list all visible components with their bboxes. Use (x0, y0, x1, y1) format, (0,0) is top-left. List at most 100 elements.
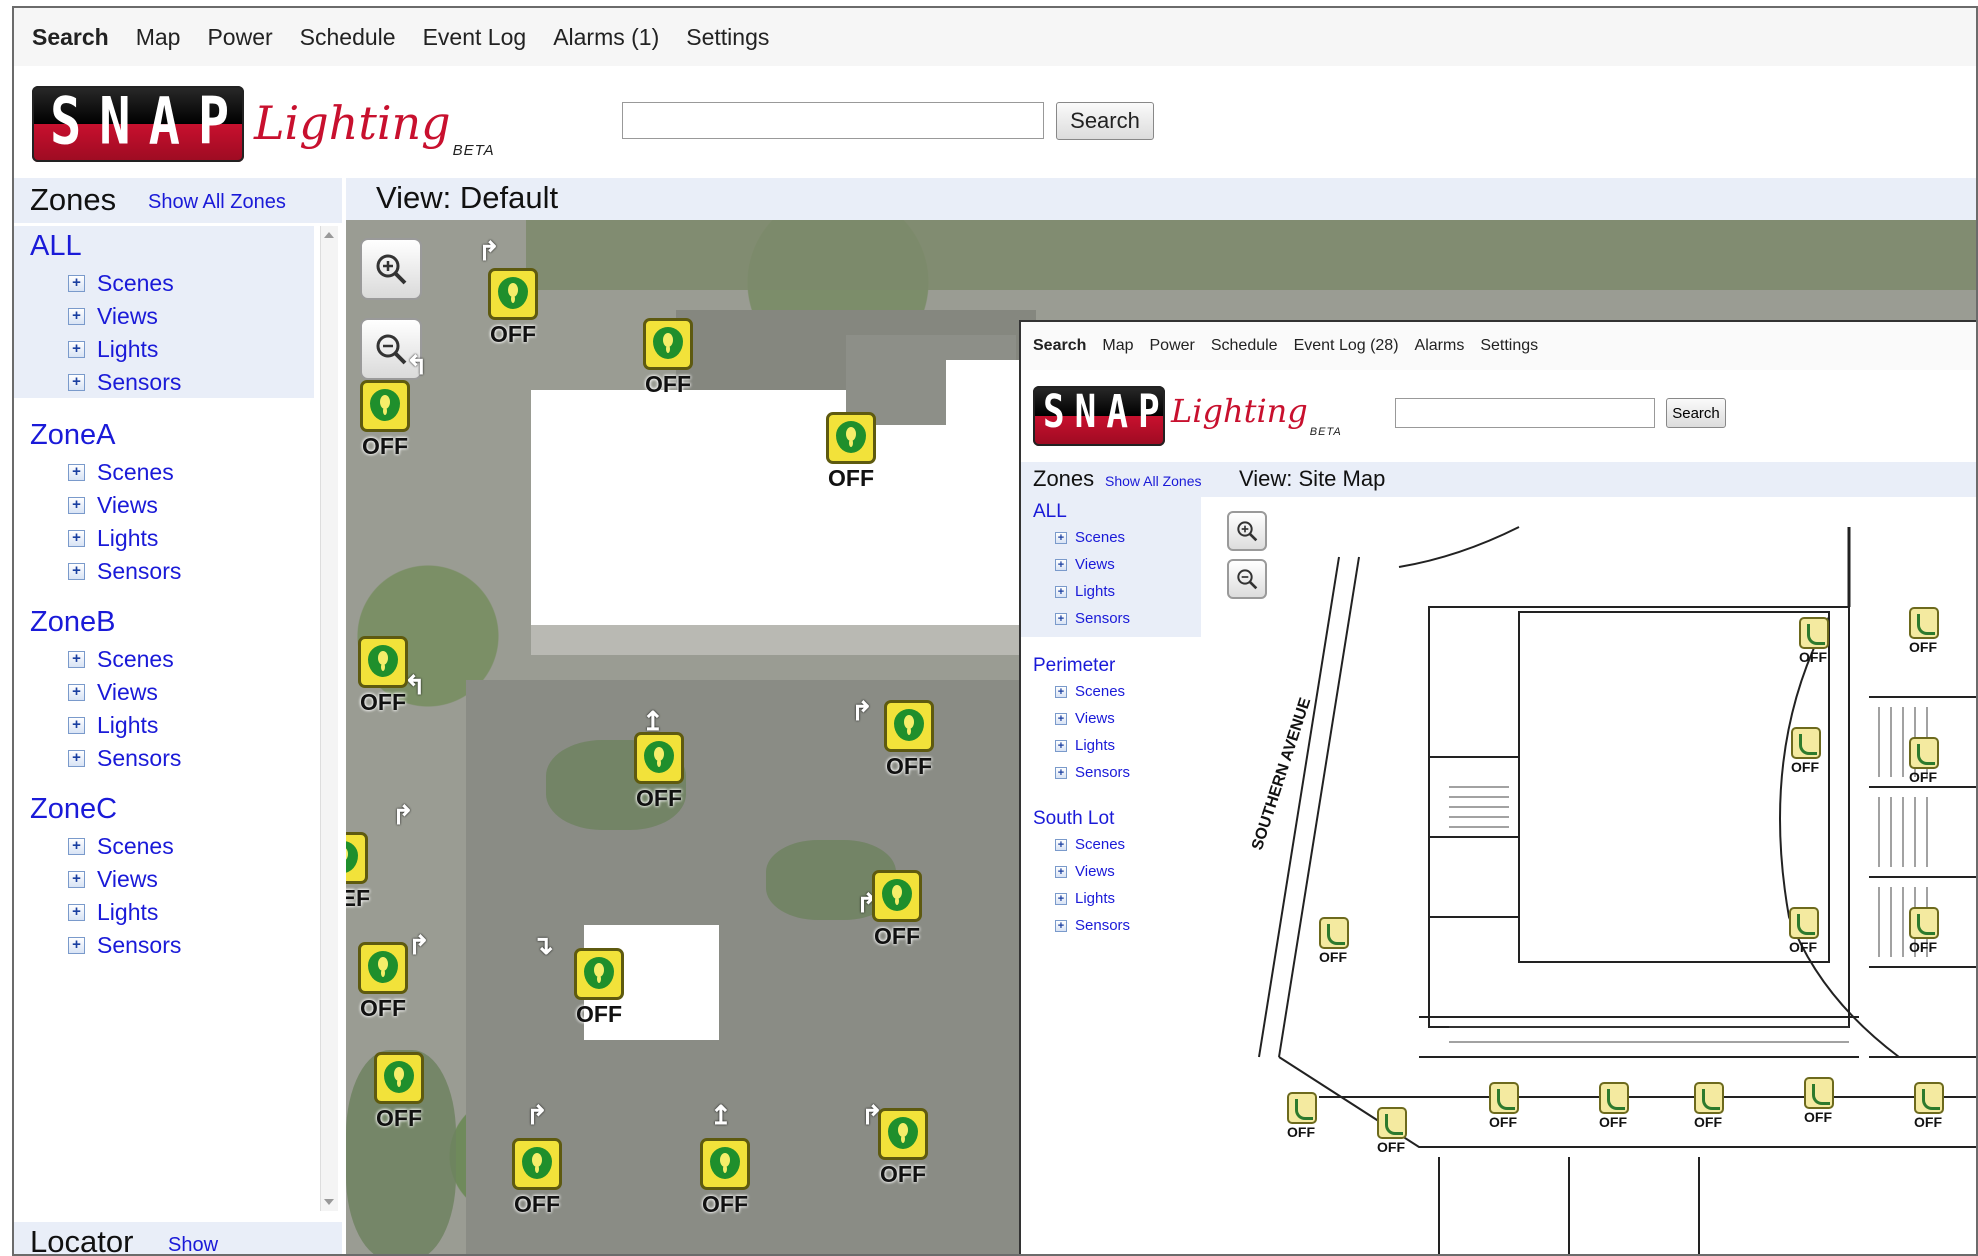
light-marker[interactable]: OFF (356, 942, 410, 1022)
expand-plus-icon[interactable]: + (1055, 865, 1067, 878)
lightbulb-icon[interactable] (574, 948, 624, 1000)
inset-nav-alarms[interactable]: Alarms (1415, 337, 1465, 355)
lightbulb-icon[interactable] (634, 732, 684, 784)
light-marker[interactable]: OFF (641, 318, 695, 398)
lightbulb-icon[interactable] (1319, 917, 1349, 949)
lightbulb-icon[interactable] (643, 318, 693, 370)
inset-light-marker[interactable]: OFF (1377, 1107, 1407, 1155)
zone-c-views[interactable]: + Views (68, 866, 158, 892)
expand-plus-icon[interactable]: + (1055, 531, 1067, 544)
inset-light-marker[interactable]: OFF (1799, 617, 1829, 665)
inset-light-marker[interactable]: OFF (1319, 917, 1349, 965)
lightbulb-icon[interactable] (1287, 1092, 1317, 1124)
inset-zone-all-views[interactable]: + Views (1055, 556, 1115, 573)
expand-plus-icon[interactable]: + (68, 650, 85, 668)
inset-nav-schedule[interactable]: Schedule (1211, 337, 1278, 355)
inset-search-button[interactable]: Search (1666, 398, 1726, 428)
lightbulb-icon[interactable] (884, 700, 934, 752)
lightbulb-icon[interactable] (1489, 1082, 1519, 1114)
lightbulb-icon[interactable] (1599, 1082, 1629, 1114)
expand-plus-icon[interactable]: + (68, 463, 85, 481)
inset-zoom-in-button[interactable] (1227, 511, 1267, 551)
expand-plus-icon[interactable]: + (68, 837, 85, 855)
zone-all-views[interactable]: + Views (68, 303, 158, 329)
nav-event-log[interactable]: Event Log (423, 24, 527, 51)
inset-zone-perimeter[interactable]: Perimeter (1033, 655, 1115, 677)
zone-a-lights[interactable]: + Lights (68, 525, 158, 551)
inset-zone-south-lot-sensors[interactable]: + Sensors (1055, 917, 1130, 934)
show-all-zones-link[interactable]: Show All Zones (148, 191, 286, 214)
expand-plus-icon[interactable]: + (1055, 838, 1067, 851)
nav-alarms[interactable]: Alarms (1) (553, 24, 659, 51)
site-map-drawing[interactable]: SOUTHERN AVENUE OFF OFF OFF OFF OFF OFF … (1219, 497, 1976, 1254)
light-marker[interactable]: OFF (698, 1138, 752, 1218)
light-marker[interactable]: OFF (870, 870, 924, 950)
inset-zone-perimeter-sensors[interactable]: + Sensors (1055, 764, 1130, 781)
lightbulb-icon[interactable] (1909, 907, 1939, 939)
zoom-in-button[interactable] (360, 238, 422, 300)
light-marker[interactable]: OFF (824, 412, 878, 492)
inset-zone-perimeter-lights[interactable]: + Lights (1055, 737, 1115, 754)
expand-plus-icon[interactable]: + (68, 307, 85, 325)
expand-plus-icon[interactable]: + (1055, 712, 1067, 725)
nav-power[interactable]: Power (207, 24, 272, 51)
nav-schedule[interactable]: Schedule (300, 24, 396, 51)
inset-zone-perimeter-scenes[interactable]: + Scenes (1055, 683, 1125, 700)
search-button[interactable]: Search (1056, 102, 1154, 140)
zone-b-scenes[interactable]: + Scenes (68, 646, 174, 672)
zone-all-scenes[interactable]: + Scenes (68, 270, 174, 296)
zone-a-scenes[interactable]: + Scenes (68, 459, 174, 485)
lightbulb-icon[interactable] (872, 870, 922, 922)
expand-plus-icon[interactable]: + (1055, 739, 1067, 752)
nav-settings[interactable]: Settings (686, 24, 769, 51)
zone-c-sensors[interactable]: + Sensors (68, 932, 181, 958)
inset-light-marker[interactable]: OFF (1914, 1082, 1944, 1130)
zone-b[interactable]: ZoneB (30, 606, 115, 639)
expand-plus-icon[interactable]: + (68, 683, 85, 701)
lightbulb-icon[interactable] (1914, 1082, 1944, 1114)
zone-a[interactable]: ZoneA (30, 419, 115, 452)
search-input[interactable] (622, 102, 1044, 139)
inset-zone-all-scenes[interactable]: + Scenes (1055, 529, 1125, 546)
lightbulb-icon[interactable] (358, 636, 408, 688)
inset-zone-south-lot-views[interactable]: + Views (1055, 863, 1115, 880)
lightbulb-icon[interactable] (1377, 1107, 1407, 1139)
nav-map[interactable]: Map (136, 24, 181, 51)
expand-plus-icon[interactable]: + (68, 903, 85, 921)
inset-light-marker[interactable]: OFF (1909, 737, 1939, 785)
lightbulb-icon[interactable] (1804, 1077, 1834, 1109)
nav-search[interactable]: Search (32, 24, 109, 51)
inset-light-marker[interactable]: OFF (1909, 607, 1939, 655)
light-marker[interactable]: OFF (372, 1052, 426, 1132)
expand-plus-icon[interactable]: + (68, 274, 85, 292)
lightbulb-icon[interactable] (374, 1052, 424, 1104)
expand-plus-icon[interactable]: + (68, 870, 85, 888)
expand-plus-icon[interactable]: + (68, 716, 85, 734)
expand-plus-icon[interactable]: + (1055, 685, 1067, 698)
inset-zone-south-lot-scenes[interactable]: + Scenes (1055, 836, 1125, 853)
light-marker[interactable]: OFF (356, 636, 410, 716)
lightbulb-icon[interactable] (360, 380, 410, 432)
inset-nav-search[interactable]: Search (1033, 337, 1086, 355)
expand-plus-icon[interactable]: + (1055, 558, 1067, 571)
lightbulb-icon[interactable] (878, 1108, 928, 1160)
zone-a-sensors[interactable]: + Sensors (68, 558, 181, 584)
light-marker[interactable]: OFF (510, 1138, 564, 1218)
light-marker[interactable]: OFF (876, 1108, 930, 1188)
inset-zone-all-lights[interactable]: + Lights (1055, 583, 1115, 600)
expand-plus-icon[interactable]: + (1055, 585, 1067, 598)
zone-all-sensors[interactable]: + Sensors (68, 369, 181, 395)
inset-nav-settings[interactable]: Settings (1480, 337, 1538, 355)
light-marker[interactable]: OFF (882, 700, 936, 780)
zone-b-sensors[interactable]: + Sensors (68, 745, 181, 771)
lightbulb-icon[interactable] (346, 832, 368, 884)
light-marker[interactable]: OFF (358, 380, 412, 460)
expand-plus-icon[interactable]: + (1055, 919, 1067, 932)
lightbulb-icon[interactable] (826, 412, 876, 464)
zone-c[interactable]: ZoneC (30, 793, 117, 826)
inset-light-marker[interactable]: OFF (1287, 1092, 1317, 1140)
inset-nav-power[interactable]: Power (1150, 337, 1195, 355)
expand-plus-icon[interactable]: + (68, 373, 85, 391)
lightbulb-icon[interactable] (700, 1138, 750, 1190)
zone-b-views[interactable]: + Views (68, 679, 158, 705)
